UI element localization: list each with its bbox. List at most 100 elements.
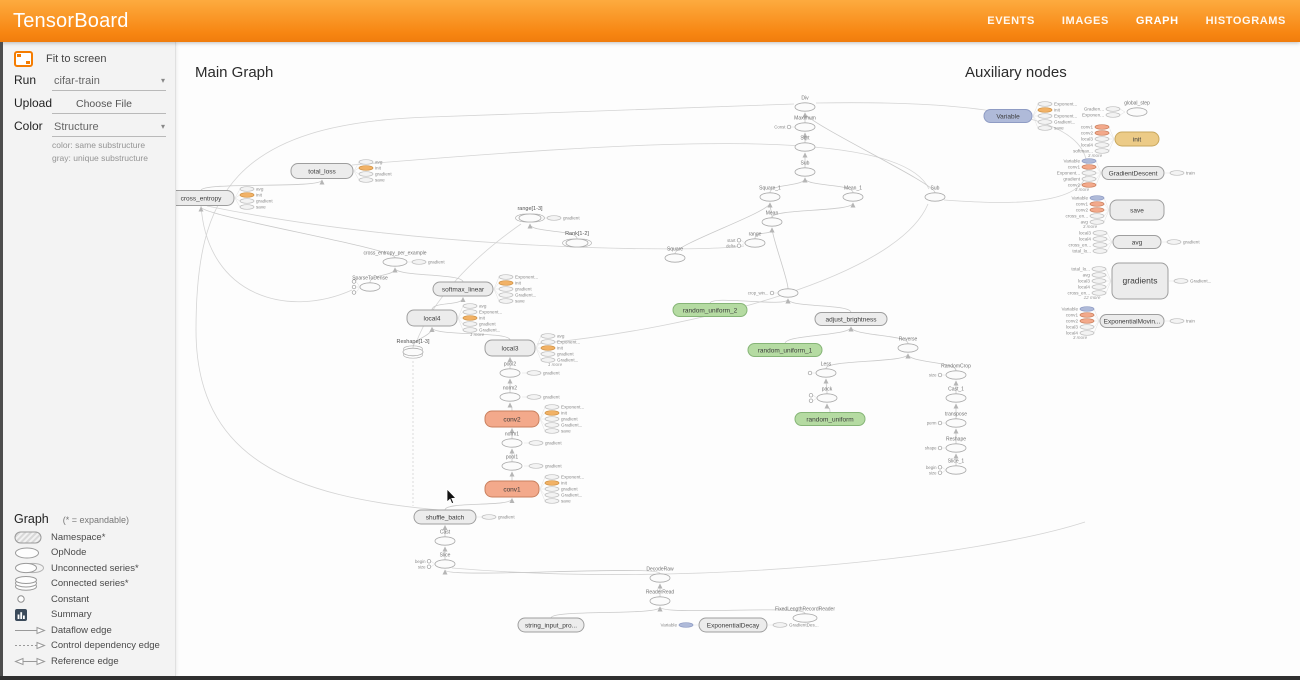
main-graph-title: Main Graph <box>195 64 273 81</box>
graph-node-sub[interactable]: Sub <box>795 161 815 177</box>
graph-node-ru[interactable]: random_uniform <box>795 413 865 426</box>
tab-images[interactable]: IMAGES <box>1062 15 1109 27</box>
graph-node-tl[interactable]: avginitgradientsavetotal_loss <box>291 160 392 183</box>
sidebar: Fit to screen Run cifar-train ▾ Upload C… <box>3 42 176 676</box>
graph-node-n1[interactable]: gradientnorm1 <box>502 432 562 448</box>
svg-text:Maximum: Maximum <box>794 116 816 122</box>
graph-node-std[interactable]: SparseToDense <box>352 276 388 295</box>
graph-node-rng[interactable]: startdeltarange <box>726 232 765 249</box>
svg-text:local3: local3 <box>502 345 519 352</box>
graph-node-ce[interactable]: avginitgradientsavecross_entropy <box>176 187 273 210</box>
svg-text:global_step: global_step <box>1124 101 1150 107</box>
graph-node-ema[interactable]: trainVariableconv1conv2local3local43 mor… <box>1061 307 1195 340</box>
graph-node-n2[interactable]: gradientnorm2 <box>500 386 560 402</box>
svg-text:avg: avg <box>256 187 264 192</box>
graph-node-l3[interactable]: avgExponent...initgradientGradient...1 m… <box>485 334 580 367</box>
graph-node-grads[interactable]: Gradient...total_lo...avglocal3local4cro… <box>1068 263 1212 300</box>
graph-node-p1[interactable]: gradientpool1 <box>502 455 562 471</box>
bottom-scrollbar[interactable] <box>0 676 1300 680</box>
svg-text:12 more: 12 more <box>1084 295 1101 300</box>
svg-text:Exponent...: Exponent... <box>515 275 538 280</box>
graph-node-save[interactable]: Variableconv1conv2cross_en...avg3 moresa… <box>1066 196 1164 229</box>
app-header: TensorBoard EVENTSIMAGESGRAPHHISTOGRAMS <box>0 0 1300 42</box>
graph-node-sm[interactable]: Exponent...initgradientGradient...saveso… <box>433 275 538 304</box>
graph-node-l4[interactable]: avgExponent...initgradientGradient...1 m… <box>407 304 502 337</box>
graph-node-init[interactable]: conv1conv2local3local4softmax...3 morein… <box>1073 125 1159 158</box>
graph-node-rev[interactable]: Reverse <box>898 337 918 353</box>
graph-node-sl1[interactable]: beginsizeSlice_1 <box>926 459 966 476</box>
graph-node-rsr[interactable]: shapeReshape <box>925 437 966 453</box>
graph-node-ru1[interactable]: random_uniform_1 <box>748 344 822 357</box>
svg-text:crop_win...: crop_win... <box>748 291 769 296</box>
svg-text:shape: shape <box>925 446 937 451</box>
graph-node-var[interactable]: Exponent...initExponent...Gradient...sav… <box>984 102 1077 131</box>
tab-histograms[interactable]: HISTOGRAMS <box>1206 15 1286 27</box>
svg-text:Cast: Cast <box>440 530 451 536</box>
svg-text:init: init <box>375 166 382 171</box>
graph-node-slice[interactable]: beginsizeSlice <box>415 553 455 570</box>
graph-node-sb[interactable]: gradientshuffle_batch <box>414 510 515 524</box>
svg-text:gradient: gradient <box>561 417 578 422</box>
graph-node-div[interactable]: Div <box>795 96 815 112</box>
left-scrollbar[interactable] <box>0 42 3 680</box>
svg-text:Exponent...: Exponent... <box>1054 102 1077 107</box>
graph-canvas[interactable]: avginitgradientsavetotal_lossavginitgrad… <box>176 42 1300 676</box>
graph-node-cast[interactable]: Cast <box>435 530 455 546</box>
legend-item-namespace: Namespace* <box>14 530 171 546</box>
graph-node-gs[interactable]: Gradien...Exponen...global_step <box>1082 101 1150 118</box>
graph-node-rs13[interactable]: Reshape[1-3] <box>396 339 429 358</box>
graph-node-sq[interactable]: Square <box>665 247 685 263</box>
svg-text:1 more: 1 more <box>470 332 485 337</box>
svg-text:conv2: conv2 <box>1076 208 1089 213</box>
graph-node-crop[interactable]: crop_win... <box>748 289 798 297</box>
graph-node-ab[interactable]: adjust_brightness <box>815 313 887 326</box>
svg-text:conv2: conv2 <box>1066 319 1079 324</box>
graph-node-mean[interactable]: Mean <box>762 211 782 227</box>
legend-expandable-note: (* = expandable) <box>63 515 129 525</box>
graph-node-cst1[interactable]: Cast_1 <box>946 387 966 403</box>
svg-text:save: save <box>1130 207 1144 214</box>
svg-text:init: init <box>557 346 564 351</box>
graph-node-r13[interactable]: gradientrange[1-3] <box>516 206 581 222</box>
graph-node-avg[interactable]: gradientlocal3local4cross_en...total_lo.… <box>1069 231 1201 254</box>
graph-node-tr[interactable]: permtranspose <box>927 412 967 428</box>
graph-node-sq1[interactable]: Square_1 <box>759 186 781 202</box>
svg-text:save: save <box>375 178 385 183</box>
svg-text:Gradient...: Gradient... <box>561 423 582 428</box>
graph-node-c2[interactable]: Exponent...initgradientGradient...saveco… <box>485 405 584 434</box>
tab-events[interactable]: EVENTS <box>987 15 1035 27</box>
choose-file-button[interactable]: Choose File <box>52 96 166 114</box>
graph-node-rk[interactable]: Rank[1-2] <box>563 231 592 247</box>
graph-node-flrr[interactable]: FixedLengthRecordReader <box>775 607 835 623</box>
svg-text:GradientDescent: GradientDescent <box>1109 170 1158 177</box>
svg-text:start: start <box>727 238 736 243</box>
graph-node-sqrt[interactable]: Sqrt <box>795 136 815 152</box>
control-edge-icon <box>14 641 51 650</box>
graph-node-rr[interactable]: ReaderRead <box>646 590 675 606</box>
graph-node-less[interactable]: Less <box>808 362 836 378</box>
graph-node-cep[interactable]: gradientcross_entropy_per_example <box>363 251 445 267</box>
tab-graph[interactable]: GRAPH <box>1136 15 1179 27</box>
svg-text:softmax_linear: softmax_linear <box>442 286 485 293</box>
graph-node-gd[interactable]: trainVariableconv1Exponent...gradientcon… <box>1057 159 1196 192</box>
svg-text:Variable: Variable <box>1061 307 1078 312</box>
svg-text:Sub: Sub <box>931 186 940 192</box>
auxiliary-nodes-title: Auxiliary nodes <box>965 64 1067 81</box>
graph-node-c1[interactable]: Exponent...initgradientGradient...saveco… <box>485 475 584 504</box>
svg-text:transpose: transpose <box>945 412 967 418</box>
svg-text:train: train <box>1186 171 1195 176</box>
run-select[interactable]: cifar-train ▾ <box>52 73 166 91</box>
graph-node-mn1[interactable]: Mean_1 <box>843 186 863 202</box>
fit-to-screen-button[interactable]: Fit to screen <box>14 51 107 67</box>
svg-text:gradient: gradient <box>428 260 445 265</box>
graph-node-pack[interactable]: pack <box>809 387 837 403</box>
graph-node-rc[interactable]: sizeRandomCrop <box>929 364 971 380</box>
graph-node-ru2[interactable]: random_uniform_2 <box>673 304 747 317</box>
graph-node-max[interactable]: ConstMaximum <box>774 116 816 132</box>
svg-text:gradients: gradients <box>1123 275 1158 285</box>
graph-node-sip[interactable]: string_input_pro... <box>518 618 584 632</box>
color-select[interactable]: Structure ▾ <box>52 119 166 137</box>
svg-text:Gradient...: Gradient... <box>515 293 536 298</box>
svg-text:Exponent...: Exponent... <box>561 475 584 480</box>
svg-text:save: save <box>256 205 266 210</box>
